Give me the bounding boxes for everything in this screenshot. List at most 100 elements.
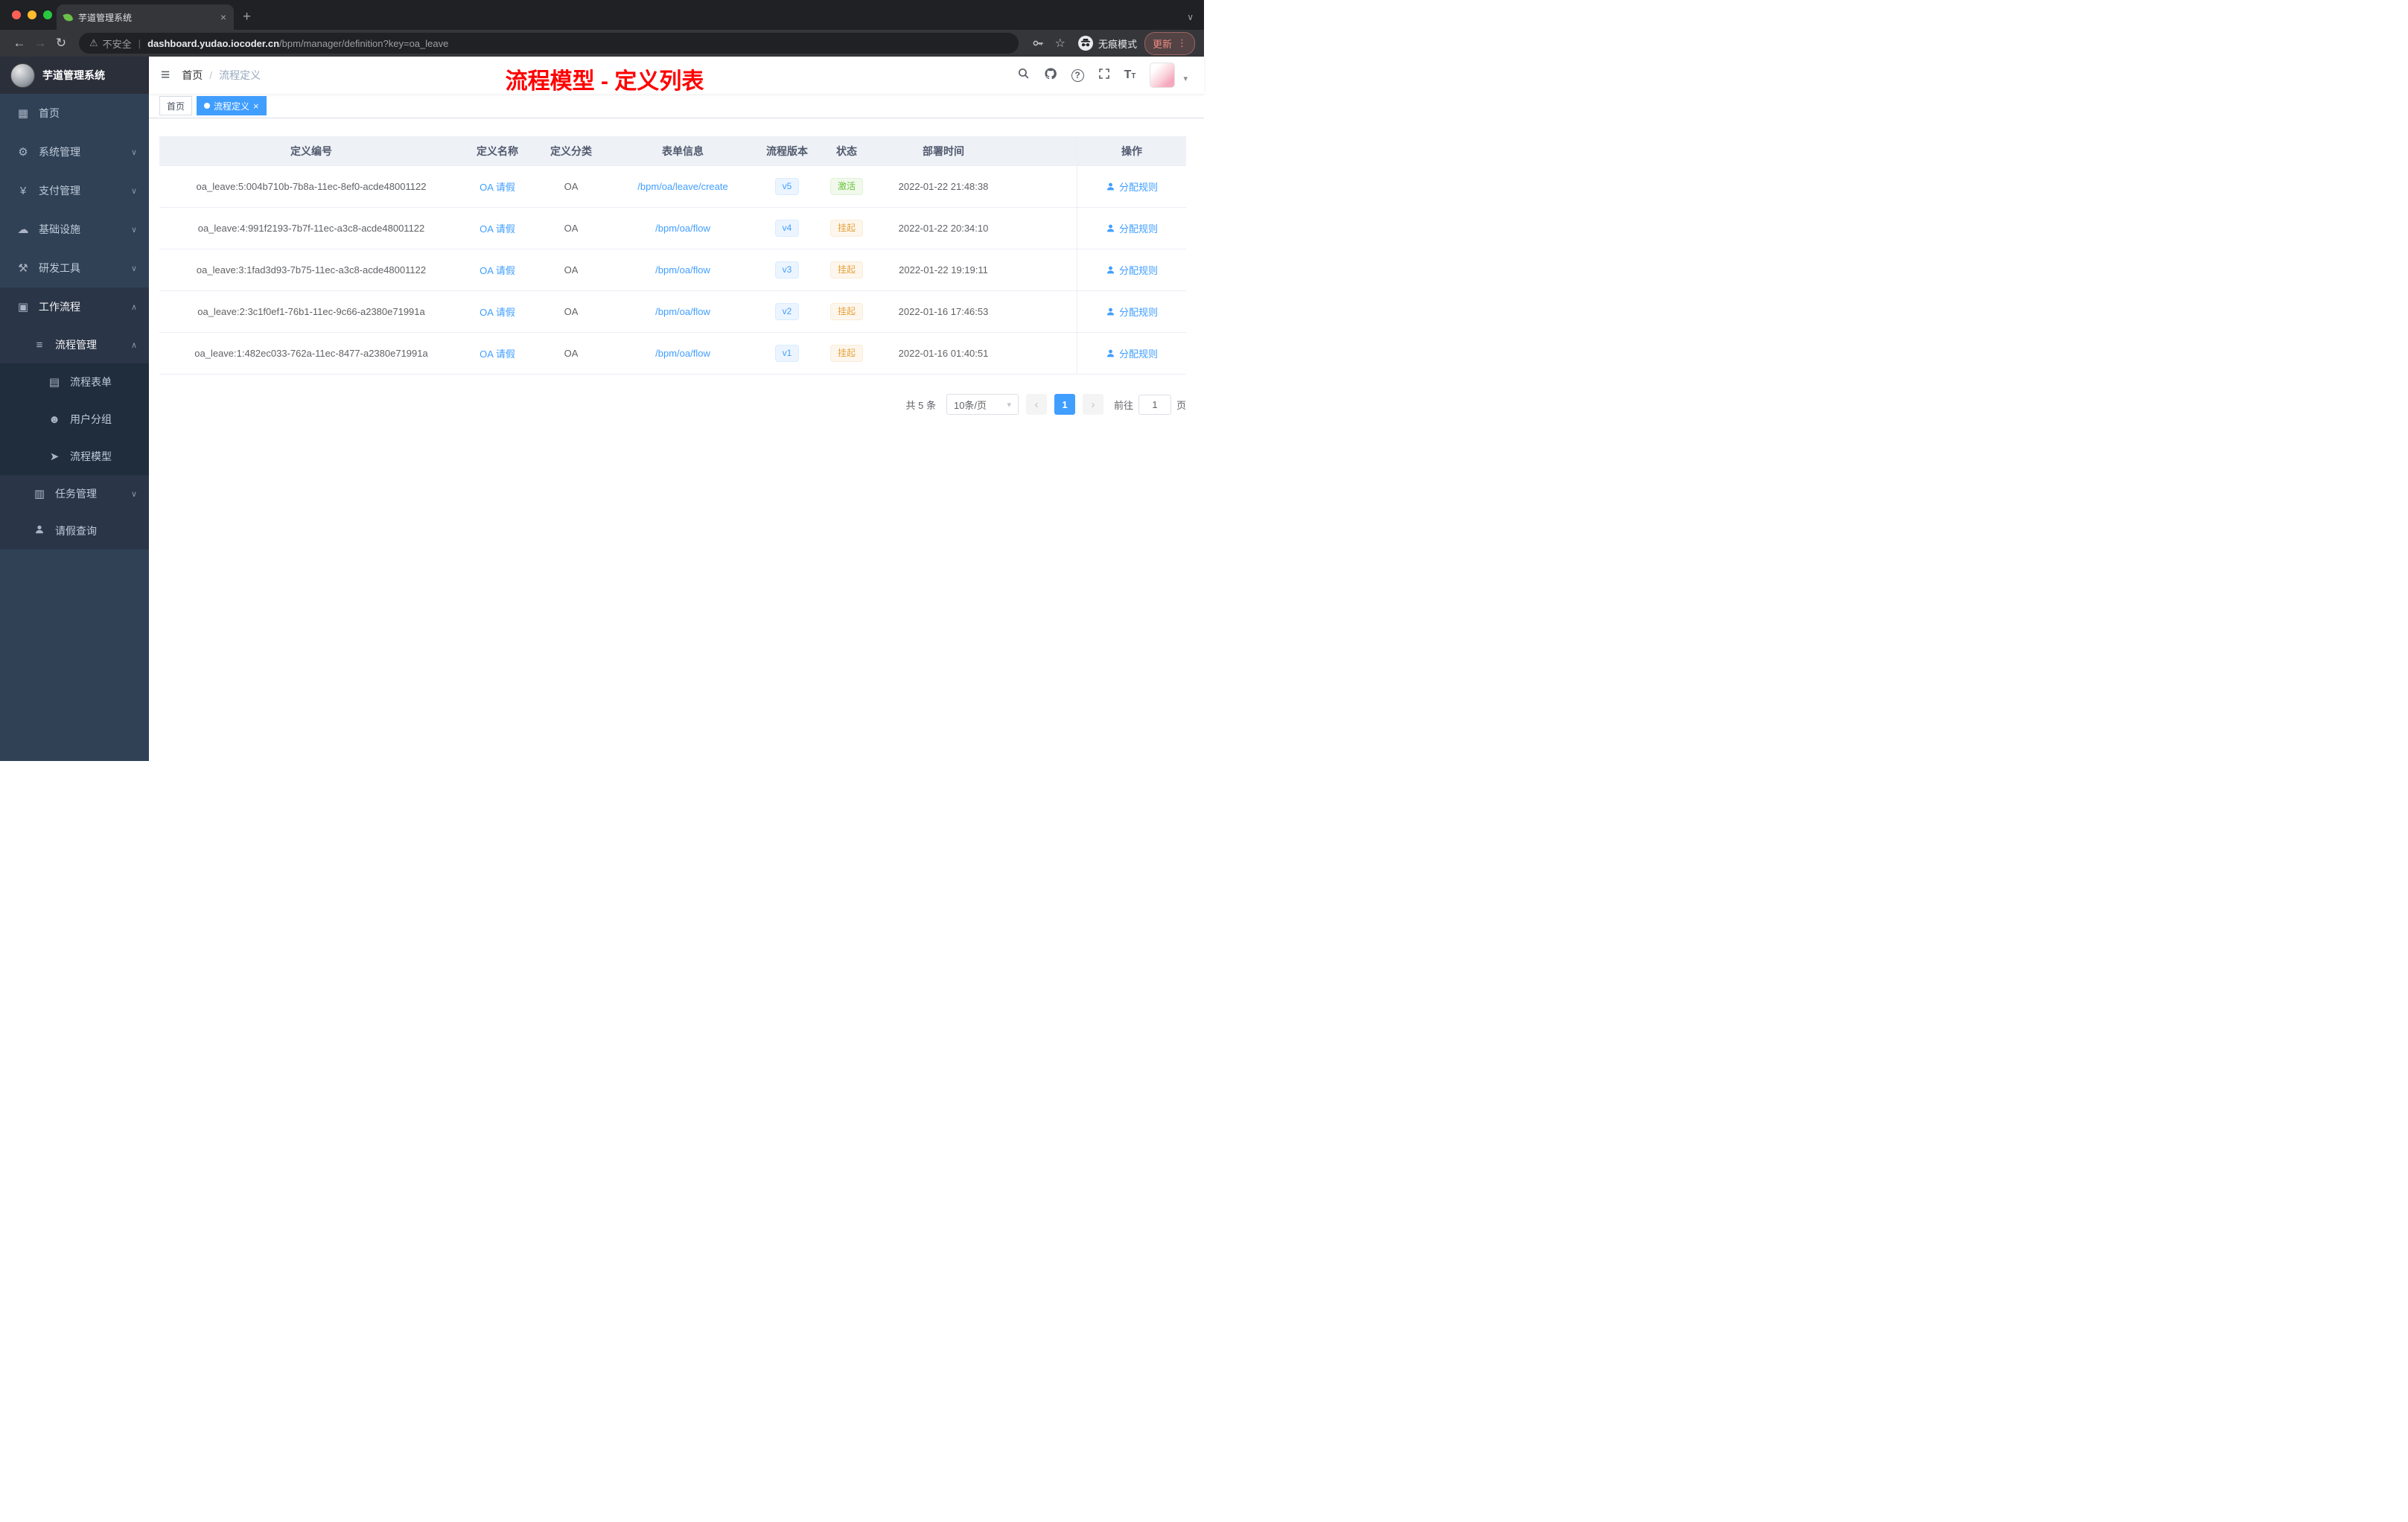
back-button[interactable]: ←: [9, 36, 30, 51]
chevron-up-icon: ∧: [130, 340, 137, 350]
form-link[interactable]: /bpm/oa/leave/create: [637, 181, 727, 192]
annotation-text: 流程模型 - 定义列表: [505, 69, 704, 94]
column-header-form: 表单信息: [662, 144, 704, 157]
definition-name-link[interactable]: OA 请假: [480, 305, 515, 319]
list-icon: ≡: [36, 338, 43, 351]
sidebar-item-label: 用户分组: [70, 413, 112, 425]
chevron-up-icon: ∧: [130, 302, 137, 312]
hamburger-icon[interactable]: ≡: [149, 66, 182, 84]
forward-button[interactable]: →: [30, 36, 51, 51]
sidebar-item-home[interactable]: ▦ 首页: [0, 94, 149, 133]
definition-name-link[interactable]: OA 请假: [480, 221, 515, 235]
home-icon: ▦: [17, 107, 29, 120]
window-zoom-button[interactable]: [43, 10, 52, 19]
new-tab-button[interactable]: +: [243, 9, 251, 25]
github-icon[interactable]: [1044, 67, 1057, 84]
definition-id: oa_leave:3:1fad3d93-7b75-11ec-a3c8-acde4…: [196, 264, 427, 276]
sidebar-item-label: 系统管理: [39, 146, 80, 158]
next-page-button[interactable]: ›: [1082, 394, 1103, 415]
sidebar-logo[interactable]: 芋道管理系统: [0, 57, 149, 94]
sidebar-item-infrastructure[interactable]: ☁ 基础设施 ∨: [0, 210, 149, 249]
chevron-down-icon: ∨: [130, 186, 137, 196]
breadcrumb-home[interactable]: 首页: [182, 68, 203, 83]
column-header-time: 部署时间: [923, 144, 964, 157]
form-link[interactable]: /bpm/oa/flow: [655, 264, 710, 276]
definition-name-link[interactable]: OA 请假: [480, 179, 515, 194]
tag-close-icon[interactable]: ×: [253, 101, 259, 111]
page-number-button[interactable]: 1: [1054, 394, 1075, 415]
pagination: 共 5 条 10条/页 ▾ ‹ 1 › 前往 页: [159, 394, 1186, 415]
assign-rule-button[interactable]: 分配规则: [1106, 179, 1158, 194]
password-key-icon[interactable]: [1031, 36, 1045, 50]
version-badge: v3: [774, 261, 800, 279]
assign-rule-button[interactable]: 分配规则: [1106, 305, 1158, 319]
chevron-down-icon: ∨: [130, 489, 137, 499]
assign-rule-button[interactable]: 分配规则: [1106, 221, 1158, 235]
form-link[interactable]: /bpm/oa/flow: [655, 223, 710, 234]
search-icon[interactable]: [1017, 67, 1030, 83]
goto-page-input[interactable]: [1138, 394, 1171, 415]
status-badge: 挂起: [829, 302, 863, 321]
fullscreen-icon[interactable]: [1098, 68, 1110, 83]
logo-avatar: [10, 63, 35, 88]
help-icon[interactable]: ?: [1071, 69, 1084, 82]
tag-home[interactable]: 首页: [159, 96, 193, 115]
breadcrumb-separator: /: [209, 69, 213, 81]
sidebar-item-system[interactable]: ⚙ 系统管理 ∨: [0, 133, 149, 171]
sidebar-item-process-model[interactable]: ➤ 流程模型: [0, 438, 149, 475]
assign-rule-button[interactable]: 分配规则: [1106, 263, 1158, 277]
group-icon: ☻: [48, 413, 60, 426]
reload-button[interactable]: ↻: [51, 36, 71, 51]
sidebar-item-process-form[interactable]: ▤ 流程表单: [0, 363, 149, 401]
definition-category: OA: [564, 348, 579, 359]
status-badge: 激活: [829, 177, 863, 196]
url-divider: |: [138, 37, 141, 49]
goto-unit: 页: [1176, 399, 1186, 411]
prev-page-button[interactable]: ‹: [1025, 394, 1047, 415]
chevron-down-icon: ∨: [130, 225, 137, 235]
sidebar-item-process-management[interactable]: ≡ 流程管理 ∧: [0, 326, 149, 363]
form-link[interactable]: /bpm/oa/flow: [655, 348, 710, 359]
page-size-select[interactable]: 10条/页 ▾: [946, 394, 1019, 415]
font-size-icon[interactable]: TT: [1124, 69, 1136, 82]
security-label[interactable]: 不安全: [103, 36, 132, 51]
tab-close-icon[interactable]: ×: [220, 12, 226, 22]
column-header-version: 流程版本: [766, 144, 808, 157]
definition-id: oa_leave:1:482ec033-762a-11ec-8477-a2380…: [194, 348, 428, 359]
sidebar-item-payment[interactable]: ¥ 支付管理 ∨: [0, 171, 149, 210]
user-avatar[interactable]: [1150, 63, 1176, 88]
assign-rule-button[interactable]: 分配规则: [1106, 346, 1158, 360]
window-close-button[interactable]: [12, 10, 21, 19]
sidebar-item-user-group[interactable]: ☻ 用户分组: [0, 401, 149, 438]
sidebar-item-label: 流程模型: [70, 450, 112, 462]
sidebar-item-workflow[interactable]: ▣ 工作流程 ∧: [0, 287, 149, 326]
sidebar-item-label: 流程表单: [70, 376, 112, 388]
definition-name-link[interactable]: OA 请假: [480, 346, 515, 360]
version-badge: v5: [774, 177, 800, 196]
url-path: /bpm/manager/definition?key=oa_leave: [279, 37, 449, 49]
avatar-caret-icon[interactable]: ▾: [1183, 74, 1188, 88]
browser-tab[interactable]: 芋道管理系统 ×: [57, 4, 234, 30]
definition-id: oa_leave:4:991f2193-7b7f-11ec-a3c8-acde4…: [197, 223, 425, 234]
chrome-update-button[interactable]: 更新 ⋮: [1144, 31, 1195, 55]
window-minimize-button[interactable]: [28, 10, 36, 19]
sidebar-item-task-management[interactable]: ▥ 任务管理 ∨: [0, 475, 149, 512]
url-domain: dashboard.yudao.iocoder.cn: [147, 37, 280, 49]
column-header-name: 定义名称: [477, 144, 518, 157]
sidebar-item-devtools[interactable]: ⚒ 研发工具 ∨: [0, 249, 149, 287]
kebab-menu-icon[interactable]: ⋮: [1177, 37, 1187, 49]
deploy-time: 2022-01-16 01:40:51: [898, 348, 989, 359]
table-row: oa_leave:3:1fad3d93-7b75-11ec-a3c8-acde4…: [159, 249, 1186, 291]
tag-process-definition[interactable]: 流程定义 ×: [197, 96, 267, 115]
tab-search-chevron-icon[interactable]: ∨: [1187, 12, 1194, 22]
sidebar-item-leave-query[interactable]: 请假查询: [0, 512, 149, 550]
tab-title: 芋道管理系统: [78, 12, 133, 23]
version-badge: v1: [774, 344, 800, 363]
bookmark-star-icon[interactable]: ☆: [1055, 36, 1066, 51]
table-row: oa_leave:2:3c1f0ef1-76b1-11ec-9c66-a2380…: [159, 291, 1186, 333]
definition-id: oa_leave:5:004b710b-7b8a-11ec-8ef0-acde4…: [196, 181, 427, 192]
definition-name-link[interactable]: OA 请假: [480, 263, 515, 277]
chevron-down-icon: ▾: [1007, 400, 1011, 410]
form-link[interactable]: /bpm/oa/flow: [655, 306, 710, 317]
address-bar[interactable]: ⚠ 不安全 | dashboard.yudao.iocoder.cn /bpm/…: [79, 33, 1019, 54]
